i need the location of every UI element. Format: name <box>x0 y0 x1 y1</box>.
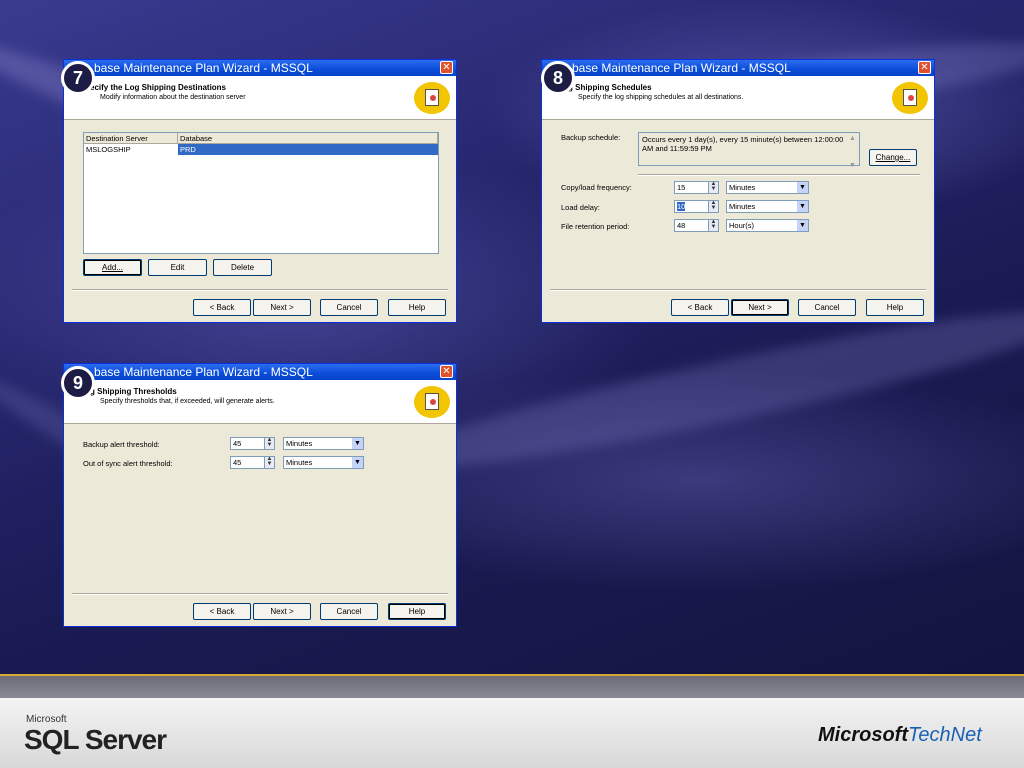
window-title: base Maintenance Plan Wizard - MSSQL <box>572 61 791 75</box>
header-subtitle: Specify the log shipping schedules at al… <box>578 94 744 101</box>
back-button[interactable]: < Back <box>193 299 251 316</box>
wizard-icon <box>414 386 450 418</box>
separator <box>550 289 926 291</box>
unit-value: Hour(s) <box>729 221 755 230</box>
window-title: base Maintenance Plan Wizard - MSSQL <box>94 365 313 379</box>
window-title: base Maintenance Plan Wizard - MSSQL <box>94 61 313 75</box>
separator <box>638 174 920 176</box>
delete-button[interactable]: Delete <box>213 259 272 276</box>
close-icon[interactable]: ✕ <box>440 61 453 74</box>
technet-logo: MicrosoftTechNet <box>818 724 982 747</box>
copy-load-frequency-input[interactable]: 15 <box>674 181 709 194</box>
add-button[interactable]: Add... <box>83 259 142 276</box>
wizard-header: g Shipping Schedules Specify the log shi… <box>542 76 934 120</box>
cancel-button[interactable]: Cancel <box>320 603 378 620</box>
back-button[interactable]: < Back <box>193 603 251 620</box>
title-bar[interactable]: base Maintenance Plan Wizard - MSSQL ✕ <box>542 60 934 76</box>
header-subtitle: Specify thresholds that, if exceeded, wi… <box>100 398 275 405</box>
wizard-dialog-thresholds: base Maintenance Plan Wizard - MSSQL ✕ g… <box>63 363 457 627</box>
file-retention-unit[interactable]: Hour(s) ▼ <box>726 219 809 232</box>
wizard-dialog-schedules: base Maintenance Plan Wizard - MSSQL ✕ g… <box>541 59 935 323</box>
wizard-header: g Shipping Thresholds Specify thresholds… <box>64 380 456 424</box>
load-delay-value: 10 <box>677 202 686 211</box>
separator <box>72 593 448 595</box>
back-button[interactable]: < Back <box>671 299 729 316</box>
wizard-header: ecify the Log Shipping Destinations Modi… <box>64 76 456 120</box>
edit-button[interactable]: Edit <box>148 259 207 276</box>
copy-load-frequency-unit[interactable]: Minutes ▼ <box>726 181 809 194</box>
unit-value: Minutes <box>729 183 756 192</box>
separator <box>72 289 448 291</box>
step-badge-9: 9 <box>61 366 95 400</box>
copy-load-frequency-spinner[interactable]: ▲ ▼ <box>708 181 719 194</box>
technet-microsoft-text: Microsoft <box>818 724 908 746</box>
wizard-icon <box>892 82 928 114</box>
header-title: g Shipping Thresholds <box>90 387 177 396</box>
unit-value: Minutes <box>729 202 756 211</box>
close-icon[interactable]: ✕ <box>440 365 453 378</box>
load-delay-label: Load delay: <box>561 203 600 212</box>
backup-schedule-value: Occurs every 1 day(s), every 15 minute(s… <box>642 135 844 153</box>
load-delay-unit[interactable]: Minutes ▼ <box>726 200 809 213</box>
footer-band <box>0 676 1024 698</box>
file-retention-spinner[interactable]: ▲ ▼ <box>708 219 719 232</box>
unit-value: Minutes <box>286 458 313 467</box>
backup-alert-threshold-label: Backup alert threshold: <box>83 440 160 449</box>
unit-value: Minutes <box>286 439 313 448</box>
table-row-cell-server[interactable]: MSLOGSHIP <box>84 144 178 155</box>
out-of-sync-threshold-unit[interactable]: Minutes ▼ <box>283 456 364 469</box>
chevron-down-icon[interactable]: ▼ <box>797 220 808 231</box>
cancel-button[interactable]: Cancel <box>798 299 856 316</box>
backup-alert-threshold-spinner[interactable]: ▲ ▼ <box>264 437 275 450</box>
help-button[interactable]: Help <box>388 603 446 620</box>
scrollbar[interactable]: ▲ ▼ <box>847 134 858 169</box>
help-button[interactable]: Help <box>388 299 446 316</box>
header-title: ecify the Log Shipping Destinations <box>90 83 227 92</box>
file-retention-input[interactable]: 48 <box>674 219 709 232</box>
chevron-down-icon[interactable]: ▼ <box>352 457 363 468</box>
next-button[interactable]: Next > <box>253 603 311 620</box>
copy-load-frequency-label: Copy/load frequency: <box>561 183 632 192</box>
close-icon[interactable]: ✕ <box>918 61 931 74</box>
chevron-down-icon[interactable]: ▼ <box>352 438 363 449</box>
destination-grid[interactable]: Destination Server Database MSLOGSHIP PR… <box>83 132 439 254</box>
wizard-icon <box>414 82 450 114</box>
backup-alert-threshold-unit[interactable]: Minutes ▼ <box>283 437 364 450</box>
change-button[interactable]: Change... <box>869 149 917 166</box>
column-header-database[interactable]: Database <box>178 133 438 144</box>
technet-text: TechNet <box>908 724 982 746</box>
title-bar[interactable]: base Maintenance Plan Wizard - MSSQL ✕ <box>64 60 456 76</box>
wizard-dialog-destinations: base Maintenance Plan Wizard - MSSQL ✕ e… <box>63 59 457 323</box>
header-subtitle: Modify information about the destination… <box>100 94 246 101</box>
out-of-sync-threshold-spinner[interactable]: ▲ ▼ <box>264 456 275 469</box>
step-badge-7: 7 <box>61 61 95 95</box>
column-header-destination-server[interactable]: Destination Server <box>84 133 178 144</box>
file-retention-label: File retention period: <box>561 222 630 231</box>
step-badge-8: 8 <box>541 61 575 95</box>
backup-schedule-text: Occurs every 1 day(s), every 15 minute(s… <box>638 132 860 169</box>
backup-alert-threshold-input[interactable]: 45 <box>230 437 265 450</box>
load-delay-spinner[interactable]: ▲ ▼ <box>708 200 719 213</box>
load-delay-input[interactable]: 10 <box>674 200 709 213</box>
chevron-down-icon[interactable]: ▼ <box>797 182 808 193</box>
next-button[interactable]: Next > <box>253 299 311 316</box>
sql-server-logo: SQL Server <box>24 724 167 755</box>
out-of-sync-threshold-label: Out of sync alert threshold: <box>83 459 173 468</box>
chevron-down-icon[interactable]: ▼ <box>797 201 808 212</box>
header-title: g Shipping Schedules <box>568 83 652 92</box>
next-button[interactable]: Next > <box>731 299 789 316</box>
title-bar[interactable]: base Maintenance Plan Wizard - MSSQL ✕ <box>64 364 456 380</box>
backup-schedule-label: Backup schedule: <box>561 133 621 142</box>
out-of-sync-threshold-input[interactable]: 45 <box>230 456 265 469</box>
help-button[interactable]: Help <box>866 299 924 316</box>
cancel-button[interactable]: Cancel <box>320 299 378 316</box>
table-row-cell-database[interactable]: PRD <box>178 144 438 155</box>
